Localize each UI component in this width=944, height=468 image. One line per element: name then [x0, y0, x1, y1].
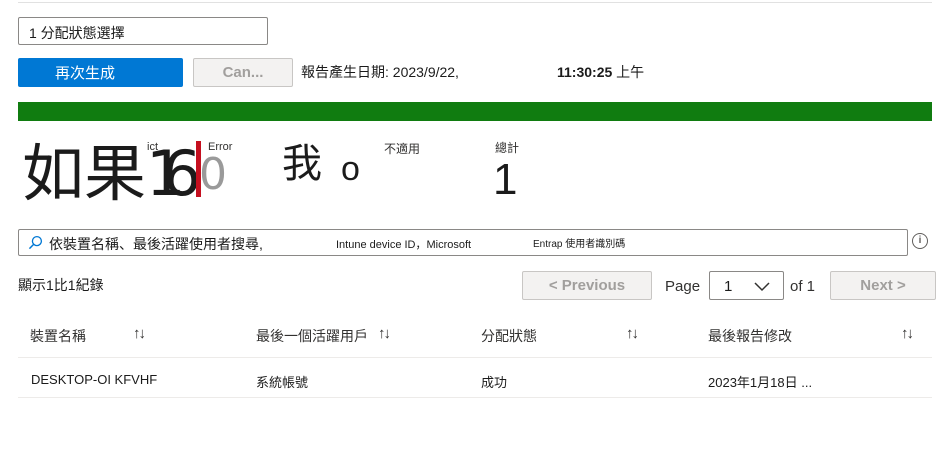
search-placeholder-mid: Intune device ID，Microsoft	[336, 239, 472, 251]
total-value: 1	[493, 155, 518, 204]
search-placeholder-end: Entrap 使用者識別碼	[533, 239, 626, 250]
report-date-label: 報告產生日期: 2023/9/22,	[301, 64, 459, 80]
search-placeholder-main: 依裝置名稱、最後活躍使用者搜尋,	[49, 236, 263, 252]
regenerate-button[interactable]: 再次生成	[18, 58, 183, 87]
page-number-select[interactable]: 1	[709, 271, 784, 300]
assignment-status-select[interactable]: 1 分配狀態選擇	[18, 17, 268, 45]
cell-device-name[interactable]: DESKTOP-OI KFVHF	[31, 372, 157, 387]
previous-page-button[interactable]: < Previous	[522, 271, 652, 300]
sort-icon[interactable]: ↑↓	[901, 325, 914, 342]
cell-last-report-modified: 2023年1月18日 ...	[708, 375, 813, 390]
column-header-assignment-status[interactable]: 分配狀態	[481, 326, 537, 346]
column-header-device-name[interactable]: 裝置名稱	[30, 326, 86, 346]
status-progress-bar	[18, 102, 932, 121]
column-header-last-user[interactable]: 最後一個活躍用戶	[256, 326, 368, 346]
cancel-button[interactable]: Can...	[193, 58, 293, 87]
summary-big-text: 如果1	[22, 137, 186, 210]
sort-icon[interactable]: ↑↓	[133, 325, 146, 342]
total-label: 總計	[495, 141, 520, 155]
search-icon	[28, 235, 43, 250]
summary-wo-value: o	[341, 150, 360, 188]
header-divider	[18, 357, 932, 358]
record-count: 顯示1比1紀錄	[18, 277, 104, 293]
chevron-down-icon	[754, 282, 770, 292]
summary-char-wo: 我	[282, 141, 322, 187]
report-time-value: 11:30:25	[557, 64, 613, 80]
device-search-input[interactable]: 依裝置名稱、最後活躍使用者搜尋, Intune device ID，Micros…	[18, 229, 908, 256]
column-header-last-report-modified[interactable]: 最後報告修改	[708, 326, 792, 346]
page-total-label: of 1	[790, 278, 816, 295]
row-divider	[18, 397, 932, 398]
next-page-button[interactable]: Next >	[830, 271, 936, 300]
top-divider	[18, 2, 932, 3]
not-applicable-label: 不適用	[384, 142, 421, 156]
report-time-ampm: 上午	[616, 64, 645, 80]
sort-icon[interactable]: ↑↓	[626, 325, 639, 342]
page-label: Page	[665, 278, 701, 295]
error-label: Error	[208, 141, 233, 153]
info-icon[interactable]: i	[912, 233, 928, 249]
cell-last-user: 系統帳號	[256, 375, 309, 390]
cell-assignment-status: 成功	[481, 375, 508, 390]
sort-icon[interactable]: ↑↓	[378, 325, 391, 342]
report-time: 11:30:25 上午	[557, 62, 644, 82]
error-indicator-bar	[196, 141, 201, 197]
